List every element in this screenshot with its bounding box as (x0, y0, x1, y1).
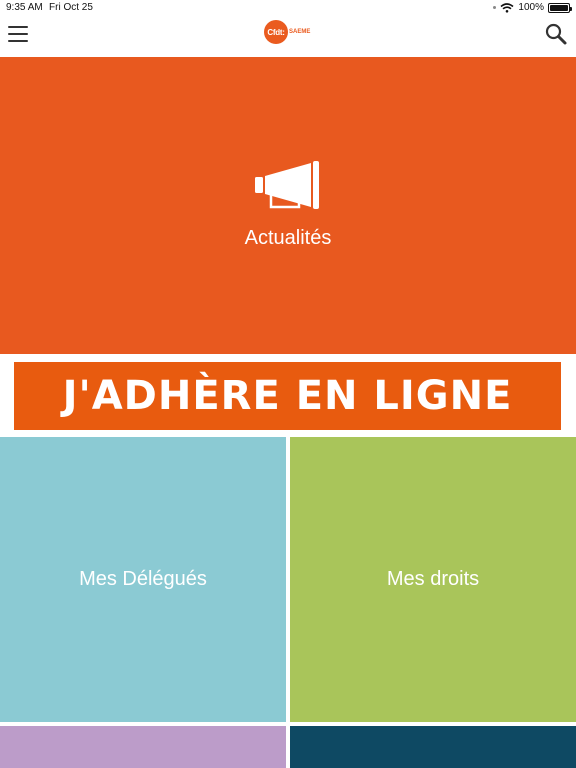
join-online-label: J'ADHÈRE EN LIGNE (62, 373, 513, 419)
status-date: Fri Oct 25 (49, 2, 93, 13)
signal-icon (493, 6, 497, 9)
bottom-left-tile[interactable] (0, 726, 286, 768)
delegates-tile[interactable]: Mes Délégués (0, 437, 286, 722)
megaphone-icon (255, 161, 319, 209)
logo-mark: Cfdt: (264, 20, 288, 44)
logo-subtitle: SAEME (289, 29, 311, 35)
wifi-icon (500, 2, 514, 13)
battery-icon (548, 2, 572, 13)
search-icon (545, 23, 567, 45)
search-button[interactable] (544, 22, 568, 46)
delegates-label: Mes Délégués (79, 568, 207, 590)
status-bar: 9:35 AM Fri Oct 25 100% (0, 0, 576, 16)
bottom-right-tile[interactable] (290, 726, 576, 768)
news-tile[interactable]: Actualités (0, 57, 576, 354)
app-screen: 9:35 AM Fri Oct 25 100% Cfdt: SAEME Actu… (0, 0, 576, 768)
status-indicators: 100% (493, 2, 572, 13)
battery-percent: 100% (518, 2, 544, 13)
rights-label: Mes droits (386, 568, 480, 590)
join-online-banner[interactable]: J'ADHÈRE EN LIGNE (14, 362, 561, 430)
menu-button[interactable] (8, 24, 30, 44)
news-label: Actualités (244, 227, 332, 249)
cfdt-logo: Cfdt: SAEME (264, 20, 310, 44)
rights-tile[interactable]: Mes droits (290, 437, 576, 722)
status-time: 9:35 AM (6, 2, 43, 13)
